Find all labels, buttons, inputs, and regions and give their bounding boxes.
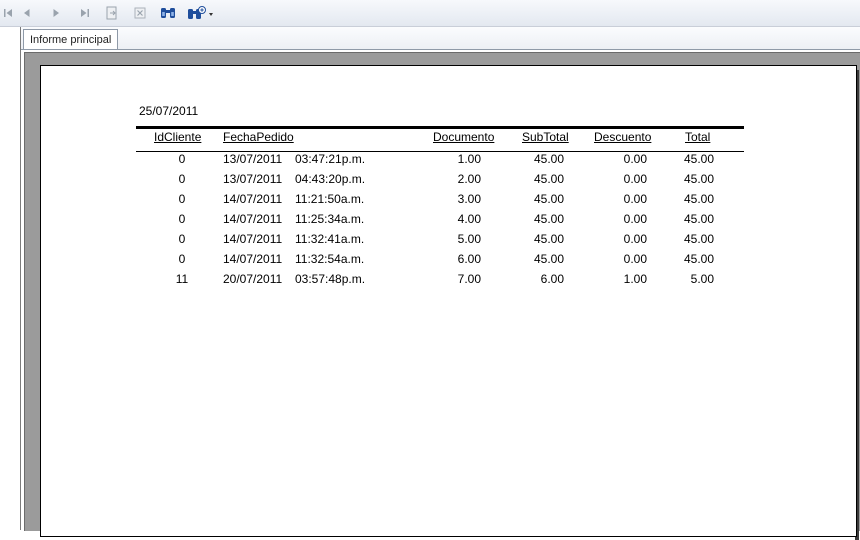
report-preview-area[interactable]: 25/07/2011 IdCliente FechaPedido Documen…: [24, 52, 860, 540]
header-top-rule: [136, 126, 744, 129]
tab-informe-principal[interactable]: Informe principal: [23, 29, 119, 50]
cell-hora: 11:21:50a.m.: [295, 192, 365, 206]
table-row: 0 14/07/2011 11:32:41a.m. 5.00 45.00 0.0…: [41, 232, 856, 252]
cell-documento: 7.00: [457, 272, 481, 286]
cell-hora: 03:57:48p.m.: [295, 272, 366, 286]
zoom-dropdown-icon[interactable]: [186, 4, 216, 22]
table-row: 0 13/07/2011 04:43:20p.m. 2.00 45.00 0.0…: [41, 172, 856, 192]
cell-descuento: 0.00: [623, 212, 647, 226]
cell-fecha: 13/07/2011: [223, 172, 283, 186]
cell-fecha: 14/07/2011: [223, 232, 283, 246]
column-header-documento: Documento: [433, 130, 495, 144]
cell-idcliente: 0: [178, 212, 186, 226]
cell-documento: 2.00: [457, 172, 481, 186]
cell-total: 45.00: [683, 212, 714, 226]
table-row: 0 13/07/2011 03:47:21p.m. 1.00 45.00 0.0…: [41, 152, 856, 172]
table-row: 0 14/07/2011 11:21:50a.m. 3.00 45.00 0.0…: [41, 192, 856, 212]
cell-descuento: 0.00: [623, 172, 647, 186]
cell-subtotal: 45.00: [533, 232, 564, 246]
cell-subtotal: 45.00: [533, 172, 564, 186]
table-row: 0 14/07/2011 11:32:54a.m. 6.00 45.00 0.0…: [41, 252, 856, 272]
cell-total: 45.00: [683, 192, 714, 206]
cell-total: 45.00: [683, 152, 714, 166]
cell-subtotal: 45.00: [533, 212, 564, 226]
cell-idcliente: 11: [175, 272, 189, 286]
cell-fecha: 14/07/2011: [223, 192, 283, 206]
first-page-icon[interactable]: [0, 4, 18, 22]
column-header-fechapedido: FechaPedido: [223, 130, 294, 144]
cell-total: 45.00: [683, 172, 714, 186]
cell-descuento: 0.00: [623, 152, 647, 166]
next-page-icon[interactable]: [47, 4, 65, 22]
cell-fecha: 13/07/2011: [223, 152, 283, 166]
table-row: 11 20/07/2011 03:57:48p.m. 7.00 6.00 1.0…: [41, 272, 856, 292]
cell-descuento: 0.00: [623, 232, 647, 246]
cell-hora: 11:32:41a.m.: [295, 232, 365, 246]
cell-fecha: 14/07/2011: [223, 212, 283, 226]
cell-hora: 04:43:20p.m.: [295, 172, 366, 186]
column-header-descuento: Descuento: [594, 130, 652, 144]
report-page: 25/07/2011 IdCliente FechaPedido Documen…: [40, 65, 857, 537]
cell-idcliente: 0: [178, 252, 186, 266]
cell-hora: 11:25:34a.m.: [295, 212, 365, 226]
report-toolbar: [0, 0, 860, 27]
cell-descuento: 0.00: [623, 192, 647, 206]
tab-divider: [21, 49, 860, 50]
column-header-idcliente: IdCliente: [154, 130, 202, 144]
cell-subtotal: 45.00: [533, 252, 564, 266]
table-row: 0 14/07/2011 11:25:34a.m. 4.00 45.00 0.0…: [41, 212, 856, 232]
report-date: 25/07/2011: [139, 104, 199, 118]
cell-idcliente: 0: [178, 172, 186, 186]
column-header-subtotal: SubTotal: [522, 130, 569, 144]
cell-subtotal: 45.00: [533, 192, 564, 206]
cell-hora: 11:32:54a.m.: [295, 252, 365, 266]
column-header-total: Total: [685, 130, 711, 144]
cell-fecha: 14/07/2011: [223, 252, 283, 266]
cell-documento: 1.00: [457, 152, 481, 166]
close-current-view-icon[interactable]: [131, 4, 149, 22]
cell-descuento: 1.00: [623, 272, 647, 286]
previous-page-icon[interactable]: [18, 4, 36, 22]
cell-idcliente: 0: [178, 152, 186, 166]
cell-total: 45.00: [683, 252, 714, 266]
cell-total: 5.00: [690, 272, 714, 286]
tab-strip: Informe principal: [21, 27, 860, 50]
cell-total: 45.00: [683, 232, 714, 246]
cell-hora: 03:47:21p.m.: [295, 152, 366, 166]
cell-fecha: 20/07/2011: [223, 272, 283, 286]
cell-documento: 3.00: [457, 192, 481, 206]
cell-documento: 4.00: [457, 212, 481, 226]
cell-descuento: 0.00: [623, 252, 647, 266]
find-icon[interactable]: [159, 4, 177, 22]
last-page-icon[interactable]: [75, 4, 93, 22]
cell-idcliente: 0: [178, 232, 186, 246]
cell-documento: 5.00: [457, 232, 481, 246]
cell-idcliente: 0: [178, 192, 186, 206]
cell-documento: 6.00: [457, 252, 481, 266]
cell-subtotal: 45.00: [533, 152, 564, 166]
export-icon[interactable]: [103, 4, 121, 22]
group-tree-pane: [0, 27, 21, 530]
cell-subtotal: 6.00: [540, 272, 564, 286]
